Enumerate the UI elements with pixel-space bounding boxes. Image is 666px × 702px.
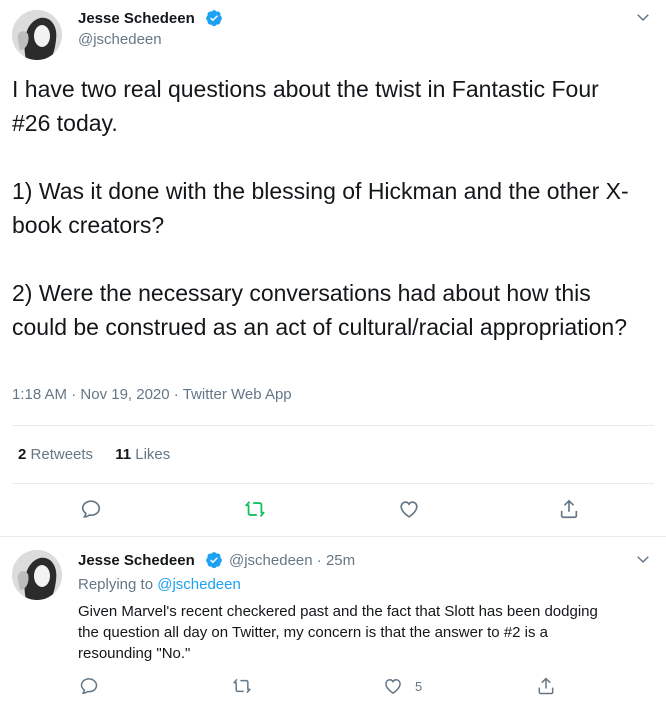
reply-icon [81,500,101,518]
divider [12,483,654,484]
share-button[interactable] [558,498,580,520]
reply-reply-button[interactable] [79,676,99,696]
reply-icon [80,678,98,694]
tweet-time[interactable]: 1:18 AM [12,386,67,403]
author-avatar[interactable] [12,10,62,60]
reply-author-handle[interactable]: @jschedeen [229,552,313,569]
reply-share-button[interactable] [536,676,556,696]
reply-author-name[interactable]: Jesse Schedeen [78,552,195,569]
chevron-down-icon[interactable] [634,8,652,26]
divider [12,425,654,426]
chevron-down-icon[interactable] [634,550,652,568]
replying-to-link[interactable]: @jschedeen [157,576,241,593]
reply-text: Given Marvel's recent checkered past and… [78,603,598,662]
avatar-portrait [12,550,62,600]
reply-retweet-button[interactable] [231,676,253,696]
retweet-icon [233,678,251,694]
author-handle[interactable]: @jschedeen [78,31,162,48]
retweets-stat[interactable]: 2 Retweets [18,446,93,463]
tweet-text: I have two real questions about the twis… [12,76,629,340]
meta-separator: · [316,552,326,569]
like-icon [400,501,418,518]
reply-age[interactable]: 25m [326,552,355,569]
retweet-icon [245,501,265,517]
reply-like-button[interactable]: 5 [383,676,422,696]
like-icon [385,678,401,694]
meta-separator: · [173,386,183,403]
meta-separator: · [71,386,81,403]
reply-button[interactable] [80,498,102,520]
share-icon [538,677,554,695]
like-button[interactable] [398,498,420,520]
avatar-portrait [12,10,62,60]
replying-prefix: Replying to [78,576,154,593]
likes-stat[interactable]: 11 Likes [115,446,170,463]
tweet-stats: 2 Retweets 11 Likes [18,446,188,463]
replying-to: Replying to @jschedeen [78,576,241,593]
tweet-meta: 1:18 AM · Nov 19, 2020 · Twitter Web App [12,386,292,403]
tweet-date[interactable]: Nov 19, 2020 [80,386,169,403]
tweet-source[interactable]: Twitter Web App [183,386,292,403]
reply-handle-line: @jschedeen · 25m [229,552,355,569]
share-icon [560,499,578,519]
retweet-button[interactable] [243,498,267,520]
author-name[interactable]: Jesse Schedeen [78,10,195,27]
reply-author-avatar[interactable] [12,550,62,600]
reply-like-count: 5 [415,678,423,694]
verified-badge-icon [206,10,222,27]
verified-badge-icon [206,552,222,569]
divider [0,536,666,537]
